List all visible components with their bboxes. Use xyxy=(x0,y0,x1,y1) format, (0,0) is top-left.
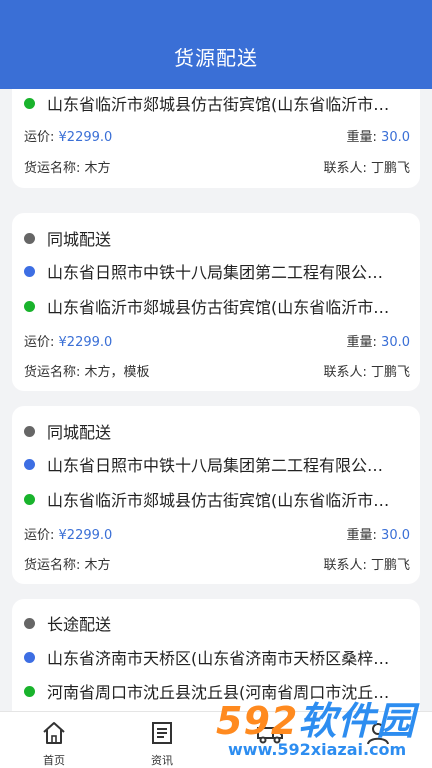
origin-dot-icon xyxy=(24,651,35,663)
goods-label: 货运名称: xyxy=(24,558,81,573)
origin-row: 山东省日照市中铁十八局集团第二工程有限公… xyxy=(24,452,410,476)
destination-address: 山东省临沂市郯城县仿古街宾馆(山东省临沂市… xyxy=(47,95,390,114)
destination-dot-icon xyxy=(24,493,35,505)
shipment-card[interactable]: 同城配送 山东省日照市中铁十八局集团第二工程有限公… 山东省临沂市郯城县仿古街宾… xyxy=(12,213,420,391)
type-dot-icon xyxy=(24,617,35,629)
type-dot-icon xyxy=(24,425,35,437)
weight-value: 30.0 xyxy=(381,528,410,543)
tab-news-label: 资讯 xyxy=(151,754,173,767)
bottom-tab-bar: 首页 资讯 xyxy=(0,711,432,768)
home-icon xyxy=(41,720,67,750)
shipment-card[interactable]: 同城配送 山东省日照市中铁十八局集团第二工程有限公… 山东省临沂市郯城县仿古街宾… xyxy=(12,406,420,584)
delivery-type-row: 同城配送 xyxy=(24,419,410,443)
origin-dot-icon xyxy=(24,458,35,470)
price-weight-row: 运价: ¥2299.0 重量: 30.0 xyxy=(24,331,410,350)
weight-label: 重量: xyxy=(346,130,377,145)
tab-home-label: 首页 xyxy=(43,754,65,767)
shipment-card[interactable]: 山东省临沂市郯城县仿古街宾馆(山东省临沂市… 运价: ¥2299.0 重量: 3… xyxy=(12,89,420,188)
price-weight-row: 运价: ¥2299.0 重量: 30.0 xyxy=(24,524,410,543)
price-value: ¥2299.0 xyxy=(58,528,113,543)
news-icon xyxy=(149,720,175,750)
tab-profile[interactable] xyxy=(324,712,432,768)
origin-row: 山东省济南市天桥区(山东省济南市天桥区桑梓… xyxy=(24,645,410,669)
origin-address: 山东省济南市天桥区(山东省济南市天桥区桑梓… xyxy=(47,649,390,668)
goods-contact-row: 货运名称: 木方 联系人: 丁鹏飞 xyxy=(24,157,410,176)
user-icon xyxy=(365,720,391,750)
origin-dot-icon xyxy=(24,265,35,277)
contact-label: 联系人: xyxy=(323,558,367,573)
goods-label: 货运名称: xyxy=(24,161,81,176)
price-value: ¥2299.0 xyxy=(58,335,113,350)
delivery-type-row: 长途配送 xyxy=(24,611,410,635)
price-weight-row: 运价: ¥2299.0 重量: 30.0 xyxy=(24,126,410,145)
destination-dot-icon xyxy=(24,685,35,697)
goods-value: 木方 xyxy=(84,558,111,573)
destination-dot-icon xyxy=(24,97,35,109)
origin-address: 山东省日照市中铁十八局集团第二工程有限公… xyxy=(47,456,384,475)
price-label: 运价: xyxy=(24,335,55,350)
shipment-list[interactable]: 山东省临沂市郯城县仿古街宾馆(山东省临沂市… 运价: ¥2299.0 重量: 3… xyxy=(0,89,432,711)
destination-dot-icon xyxy=(24,300,35,312)
goods-label: 货运名称: xyxy=(24,365,81,380)
destination-address: 山东省临沂市郯城县仿古街宾馆(山东省临沂市… xyxy=(47,298,390,317)
truck-icon xyxy=(256,720,284,750)
contact-label: 联系人: xyxy=(323,161,367,176)
weight-label: 重量: xyxy=(346,335,377,350)
goods-contact-row: 货运名称: 木方，模板 联系人: 丁鹏飞 xyxy=(24,361,410,380)
price-label: 运价: xyxy=(24,528,55,543)
destination-row: 山东省临沂市郯城县仿古街宾馆(山东省临沂市… xyxy=(24,91,410,115)
origin-row: 山东省日照市中铁十八局集团第二工程有限公… xyxy=(24,259,410,283)
shipment-card[interactable]: 长途配送 山东省济南市天桥区(山东省济南市天桥区桑梓… 河南省周口市沈丘县沈丘县… xyxy=(12,599,420,711)
type-dot-icon xyxy=(24,232,35,244)
weight-value: 30.0 xyxy=(381,335,410,350)
destination-row: 山东省临沂市郯城县仿古街宾馆(山东省临沂市… xyxy=(24,487,410,511)
delivery-type: 同城配送 xyxy=(47,230,112,249)
contact-value: 丁鹏飞 xyxy=(370,365,410,380)
contact-label: 联系人: xyxy=(323,365,367,380)
weight-label: 重量: xyxy=(346,528,377,543)
destination-address: 河南省周口市沈丘县沈丘县(河南省周口市沈丘… xyxy=(47,683,390,702)
tab-news[interactable]: 资讯 xyxy=(108,712,216,768)
goods-value: 木方，模板 xyxy=(84,365,150,380)
contact-value: 丁鹏飞 xyxy=(370,161,410,176)
delivery-type: 长途配送 xyxy=(47,615,112,634)
delivery-type-row: 同城配送 xyxy=(24,226,410,250)
weight-value: 30.0 xyxy=(381,130,410,145)
price-value: ¥2299.0 xyxy=(58,130,113,145)
destination-row: 河南省周口市沈丘县沈丘县(河南省周口市沈丘… xyxy=(24,679,410,703)
tab-shipping[interactable] xyxy=(216,712,324,768)
delivery-type: 同城配送 xyxy=(47,423,112,442)
origin-address: 山东省日照市中铁十八局集团第二工程有限公… xyxy=(47,263,384,282)
page-title: 货源配送 xyxy=(174,46,258,70)
contact-value: 丁鹏飞 xyxy=(370,558,410,573)
goods-value: 木方 xyxy=(84,161,111,176)
price-label: 运价: xyxy=(24,130,55,145)
destination-address: 山东省临沂市郯城县仿古街宾馆(山东省临沂市… xyxy=(47,491,390,510)
tab-home[interactable]: 首页 xyxy=(0,712,108,768)
goods-contact-row: 货运名称: 木方 联系人: 丁鹏飞 xyxy=(24,554,410,573)
destination-row: 山东省临沂市郯城县仿古街宾馆(山东省临沂市… xyxy=(24,294,410,318)
app-header: 货源配送 xyxy=(0,0,432,89)
